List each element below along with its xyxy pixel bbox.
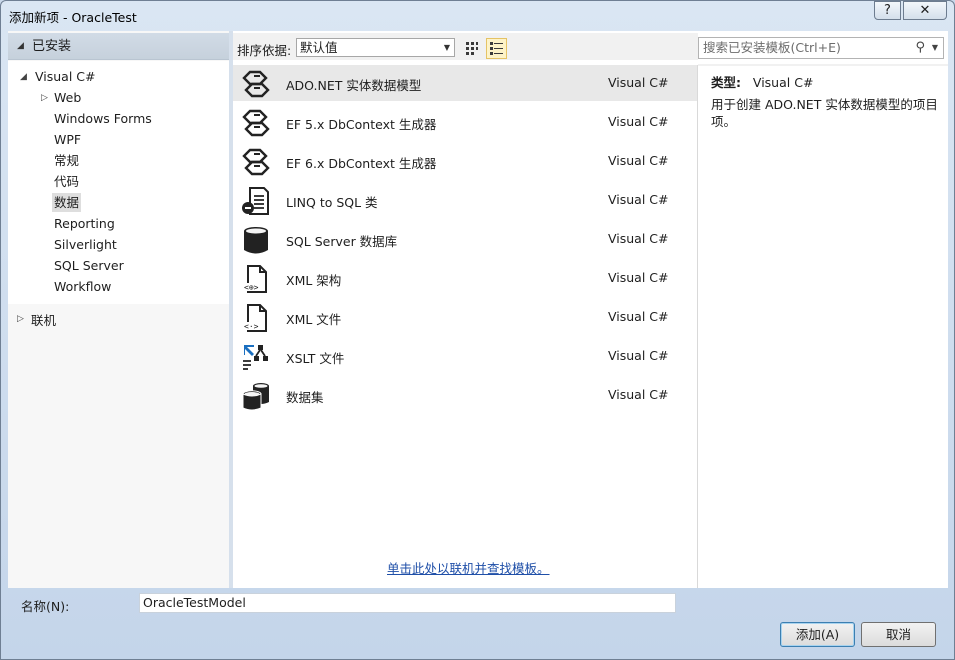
list-item[interactable]: EF 5.x DbContext 生成器 Visual C# (233, 104, 697, 140)
dbcontext-generator-icon (242, 109, 270, 137)
grid-view-icon (466, 42, 478, 55)
item-name: XML 文件 (286, 312, 342, 327)
tree-item-wpf[interactable]: WPF (54, 130, 81, 149)
item-name: SQL Server 数据库 (286, 234, 398, 249)
template-categories-panel: ◢ 已安装 ◢ Visual C# ▷ Web Windows Forms WP… (8, 31, 229, 588)
xslt-icon (243, 345, 268, 370)
expanded-triangle-icon[interactable]: ◢ (20, 72, 27, 82)
search-icon[interactable]: ⚲ (915, 38, 925, 58)
collapsed-triangle-icon[interactable]: ▷ (17, 314, 24, 324)
cancel-button[interactable]: 取消 (861, 622, 936, 647)
close-button[interactable]: ✕ (903, 1, 947, 20)
tree-item-sql-server[interactable]: SQL Server (54, 256, 124, 275)
name-field[interactable]: OracleTestModel (139, 593, 676, 613)
item-name: XML 架构 (286, 273, 342, 288)
chevron-down-icon[interactable]: ▼ (932, 38, 938, 58)
item-language: Visual C# (608, 309, 669, 324)
name-label: 名称(N): (21, 599, 70, 614)
item-language: Visual C# (608, 75, 669, 90)
category-tree: ◢ Visual C# ▷ Web Windows Forms WPF 常规 代… (8, 61, 229, 304)
tree-item-visual-csharp[interactable]: Visual C# (35, 67, 96, 86)
item-name: EF 5.x DbContext 生成器 (286, 117, 437, 132)
list-view-button[interactable] (486, 38, 507, 59)
item-language: Visual C# (608, 387, 669, 402)
tree-item-silverlight[interactable]: Silverlight (54, 235, 117, 254)
item-language: Visual C# (608, 153, 669, 168)
details-panel: 搜索已安装模板(Ctrl+E) ⚲ ▼ 类型: Visual C# 用于创建 A… (698, 31, 948, 588)
list-item[interactable]: EF 6.x DbContext 生成器 Visual C# (233, 143, 697, 179)
item-language: Visual C# (608, 348, 669, 363)
svg-text:<⊕>: <⊕> (244, 283, 259, 292)
type-value: Visual C# (752, 75, 814, 90)
chevron-down-icon: ▼ (443, 43, 450, 52)
installed-header[interactable]: ◢ 已安装 (8, 33, 229, 60)
tree-item-general[interactable]: 常规 (54, 151, 79, 170)
type-line: 类型: Visual C# (711, 72, 813, 91)
title-bar: 添加新项 - OracleTest ? ✕ (1, 1, 954, 29)
entity-model-icon (242, 70, 270, 98)
item-name: XSLT 文件 (286, 351, 345, 366)
linq-to-sql-icon (242, 187, 269, 215)
templates-panel: 排序依据: 默认值 ▼ ADO.NET 实体数据模型 Visual C# EF … (233, 31, 698, 588)
search-input[interactable]: 搜索已安装模板(Ctrl+E) ⚲ ▼ (698, 37, 944, 59)
database-icon (244, 227, 268, 254)
item-description: 用于创建 ADO.NET 实体数据模型的项目项。 (711, 97, 938, 129)
list-item[interactable]: <⊕> XML 架构 Visual C# (233, 260, 697, 296)
list-item[interactable]: 数据集 Visual C# (233, 377, 697, 413)
tree-item-reporting[interactable]: Reporting (54, 214, 115, 233)
type-label: 类型: (711, 75, 741, 90)
xml-file-icon: <·> (243, 304, 267, 332)
item-name: LINQ to SQL 类 (286, 195, 378, 210)
list-item[interactable]: <·> XML 文件 Visual C# (233, 299, 697, 335)
sort-value: 默认值 (300, 40, 338, 55)
add-button[interactable]: 添加(A) (780, 622, 855, 647)
list-view-icon (490, 42, 503, 55)
item-language: Visual C# (608, 270, 669, 285)
tree-item-code[interactable]: 代码 (54, 172, 79, 191)
tree-item-online[interactable]: 联机 (31, 310, 56, 329)
tree-item-windows-forms[interactable]: Windows Forms (54, 109, 152, 128)
sort-dropdown[interactable]: 默认值 ▼ (296, 38, 455, 57)
expanded-triangle-icon: ◢ (17, 41, 24, 51)
dialog-client-area: ◢ 已安装 ◢ Visual C# ▷ Web Windows Forms WP… (8, 31, 948, 588)
item-language: Visual C# (608, 192, 669, 207)
item-language: Visual C# (608, 114, 669, 129)
list-item[interactable]: LINQ to SQL 类 Visual C# (233, 182, 697, 218)
list-item[interactable]: SQL Server 数据库 Visual C# (233, 221, 697, 257)
details-divider (698, 64, 948, 66)
item-language: Visual C# (608, 231, 669, 246)
item-name: 数据集 (286, 390, 324, 405)
tree-item-data[interactable]: 数据 (52, 193, 82, 212)
dataset-icon (242, 383, 269, 411)
find-templates-online-link[interactable]: 单击此处以联机并查找模板。 (387, 558, 550, 577)
list-item[interactable]: ADO.NET 实体数据模型 Visual C# (233, 65, 697, 101)
help-button[interactable]: ? (874, 1, 901, 20)
collapsed-triangle-icon[interactable]: ▷ (41, 93, 48, 103)
svg-text:<·>: <·> (244, 322, 259, 331)
dbcontext-generator-icon (242, 148, 270, 176)
add-new-item-dialog: 添加新项 - OracleTest ? ✕ ◢ 已安装 ◢ Visual C# … (0, 0, 955, 660)
tree-item-web[interactable]: Web (54, 88, 81, 107)
window-title: 添加新项 - OracleTest (9, 10, 137, 25)
small-icons-view-button[interactable] (461, 38, 482, 59)
sort-toolbar: 排序依据: 默认值 ▼ (233, 33, 698, 60)
item-name: ADO.NET 实体数据模型 (286, 78, 422, 93)
tree-item-workflow[interactable]: Workflow (54, 277, 111, 296)
installed-label: 已安装 (32, 39, 72, 54)
item-name: EF 6.x DbContext 生成器 (286, 156, 437, 171)
search-placeholder: 搜索已安装模板(Ctrl+E) (703, 40, 841, 55)
list-item[interactable]: XSLT 文件 Visual C# (233, 338, 697, 374)
sort-label: 排序依据: (237, 43, 292, 58)
xml-schema-icon: <⊕> (243, 265, 267, 293)
